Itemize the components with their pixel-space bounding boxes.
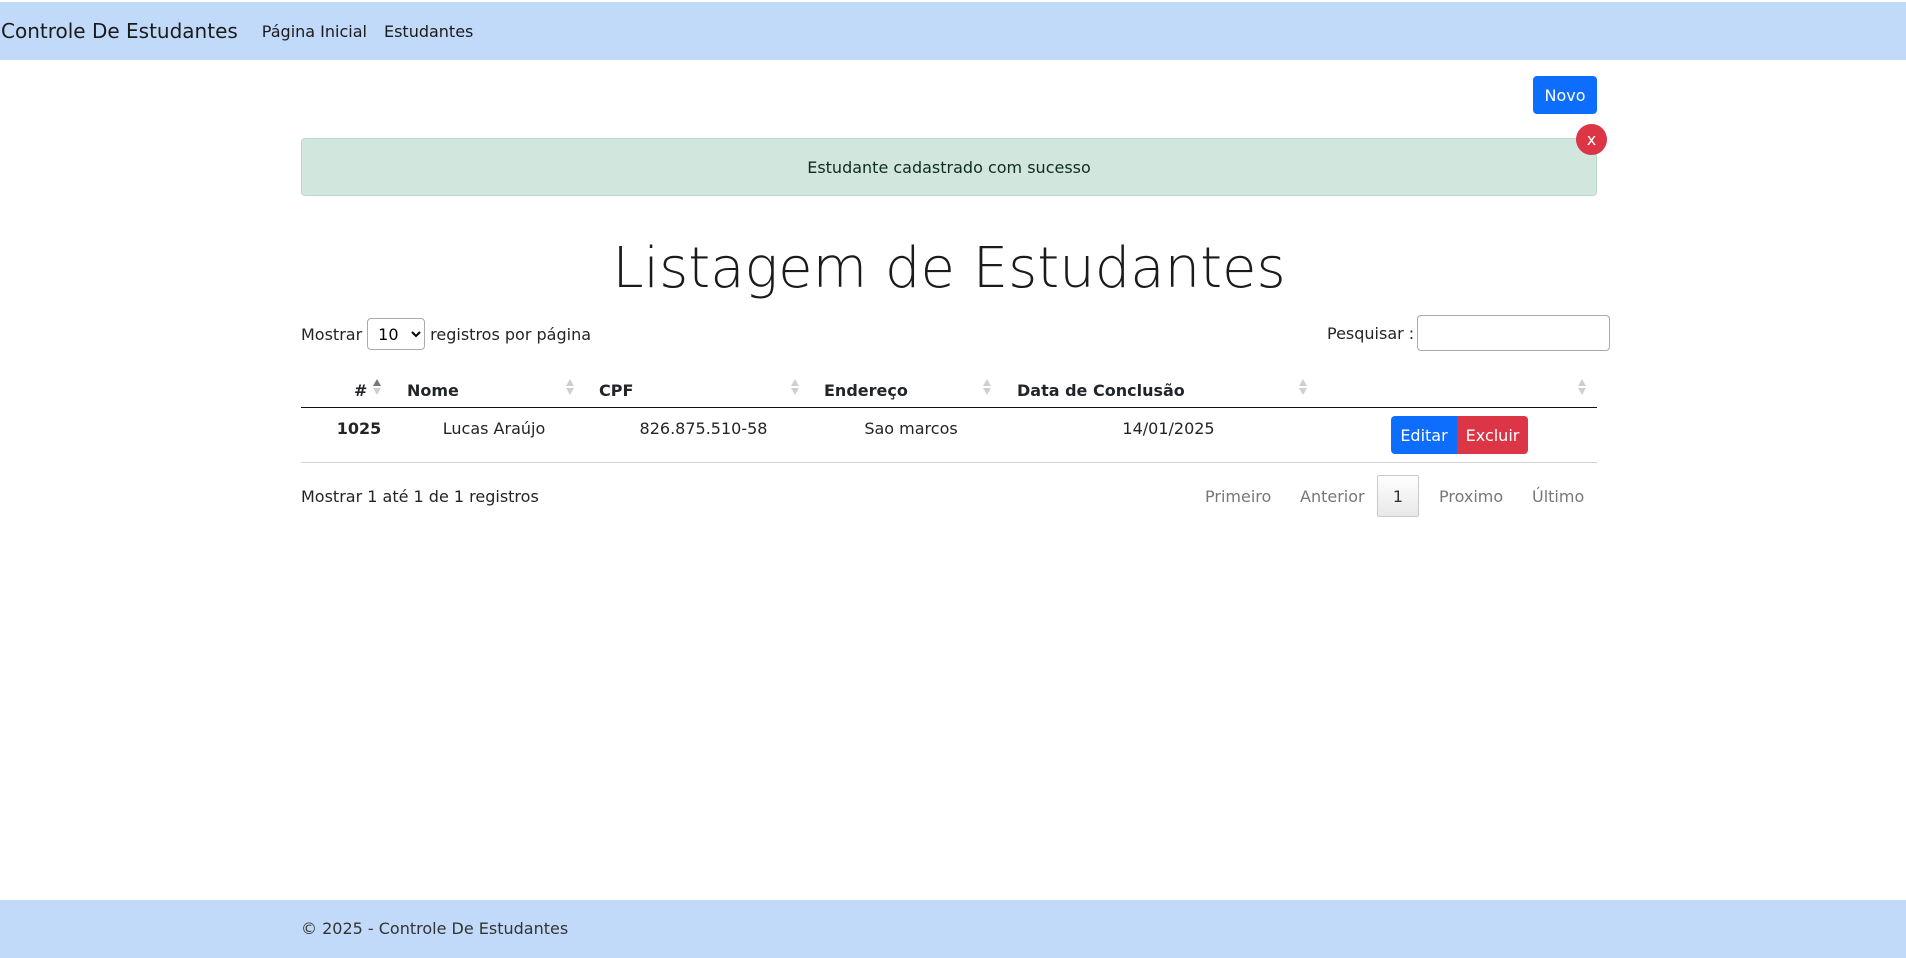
delete-button[interactable]: Excluir bbox=[1457, 416, 1528, 454]
table-header: # Nome CPF Endereço Data de Conclusão bbox=[301, 372, 1597, 408]
search-input[interactable] bbox=[1417, 315, 1611, 351]
column-header-name[interactable]: Nome bbox=[407, 372, 459, 408]
column-header-address[interactable]: Endereço bbox=[824, 372, 908, 408]
sort-icon bbox=[983, 378, 991, 398]
pagination-last[interactable]: Último bbox=[1532, 475, 1584, 517]
column-header-cpf[interactable]: CPF bbox=[599, 372, 633, 408]
page-title: Listagem de Estudantes bbox=[612, 236, 1286, 301]
cell-name: Lucas Araújo bbox=[442, 418, 546, 438]
table-info: Mostrar 1 até 1 de 1 registros bbox=[301, 487, 539, 506]
sort-icon bbox=[1299, 378, 1307, 398]
page-size-select[interactable]: 10 bbox=[367, 318, 426, 350]
length-suffix: registros por página bbox=[430, 324, 592, 344]
column-header-completion-date-label: Data de Conclusão bbox=[1017, 380, 1185, 400]
new-student-button[interactable]: Novo bbox=[1533, 76, 1597, 114]
column-header-completion-date[interactable]: Data de Conclusão bbox=[1017, 372, 1185, 408]
column-header-id[interactable]: # bbox=[354, 372, 367, 408]
pagination-next[interactable]: Proximo bbox=[1439, 475, 1503, 517]
length-menu: Mostrar 10 registros por página bbox=[301, 318, 591, 350]
alert-message: Estudante cadastrado com sucesso bbox=[807, 157, 1091, 177]
navbar-brand[interactable]: Controle De Estudantes bbox=[1, 19, 238, 43]
sort-icon bbox=[1578, 378, 1586, 398]
sort-icon bbox=[373, 378, 381, 398]
nav-link-home[interactable]: Página Inicial bbox=[262, 22, 367, 41]
cell-cpf: 826.875.510-58 bbox=[639, 418, 768, 438]
success-alert: Estudante cadastrado com sucesso bbox=[301, 138, 1597, 196]
column-header-address-label: Endereço bbox=[824, 380, 908, 400]
search-label: Pesquisar : bbox=[1327, 323, 1415, 343]
cell-address: Sao marcos bbox=[864, 418, 958, 438]
column-header-id-label: # bbox=[354, 380, 368, 400]
column-header-actions[interactable] bbox=[1331, 372, 1531, 408]
cell-completion-date: 14/01/2025 bbox=[1122, 418, 1215, 438]
footer-copyright: © 2025 - Controle De Estudantes bbox=[301, 919, 569, 938]
navbar: Controle De Estudantes Página Inicial Es… bbox=[0, 2, 1906, 60]
pagination-first[interactable]: Primeiro bbox=[1205, 475, 1271, 517]
column-header-name-label: Nome bbox=[407, 380, 459, 400]
alert-close-button[interactable]: x bbox=[1576, 124, 1607, 155]
sort-icon bbox=[791, 378, 799, 398]
edit-button[interactable]: Editar bbox=[1391, 416, 1457, 454]
footer: © 2025 - Controle De Estudantes bbox=[0, 900, 1906, 958]
cell-id: 1025 bbox=[336, 418, 382, 438]
table-row: 1025 Lucas Araújo 826.875.510-58 Sao mar… bbox=[301, 408, 1597, 463]
sort-icon bbox=[566, 378, 574, 398]
length-prefix: Mostrar bbox=[301, 324, 363, 344]
pagination-previous[interactable]: Anterior bbox=[1300, 475, 1365, 517]
search-box: Pesquisar : bbox=[1327, 315, 1611, 351]
pagination-current-page[interactable]: 1 bbox=[1377, 475, 1419, 517]
nav-link-students[interactable]: Estudantes bbox=[384, 22, 473, 41]
column-header-cpf-label: CPF bbox=[599, 380, 634, 400]
